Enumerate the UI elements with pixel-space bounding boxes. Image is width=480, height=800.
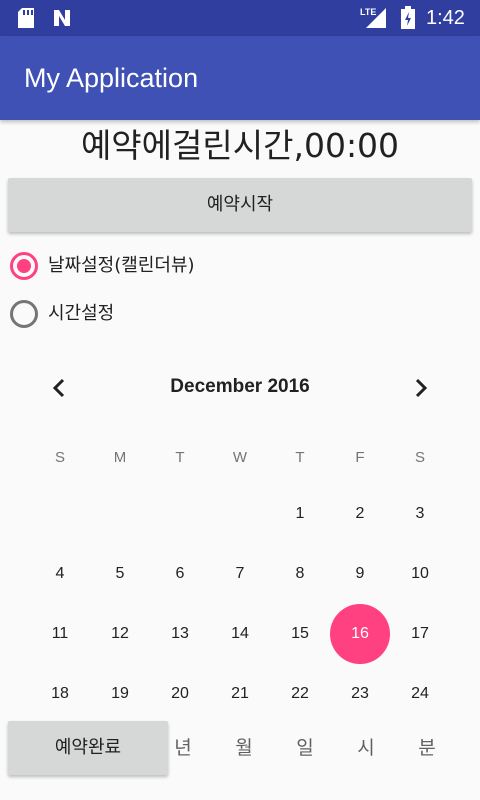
calendar-day[interactable]: 7 (210, 544, 270, 604)
calendar-day-number: 22 (291, 685, 309, 702)
weekday-header: M (113, 449, 127, 466)
calendar-day[interactable]: 12 (90, 604, 150, 664)
start-reservation-button[interactable]: 예약시작 (8, 178, 472, 232)
app-bar: My Application (0, 36, 480, 120)
calendar-day[interactable]: 6 (150, 544, 210, 604)
calendar-day-number: 2 (355, 505, 365, 522)
weekday-header: W (232, 449, 248, 466)
calendar-day-number: 6 (175, 565, 185, 582)
minute-label: 분 (418, 737, 436, 759)
hour-label: 시 (357, 737, 375, 759)
calendar-day-number: 15 (291, 625, 309, 642)
calendar-day-selected[interactable]: 16 (330, 604, 390, 664)
calendar-day[interactable]: 15 (270, 604, 330, 664)
calendar-day[interactable]: 2 (330, 484, 390, 544)
calendar-day-number: 14 (231, 625, 249, 642)
calendar-day-number: 24 (411, 685, 429, 702)
radio-checked-icon (10, 252, 38, 280)
calendar-day[interactable]: 13 (150, 604, 210, 664)
calendar-day-number: 16 (351, 625, 369, 642)
notification-n-icon (54, 10, 70, 26)
calendar-day-number: 3 (415, 505, 425, 522)
chevron-left-icon[interactable] (42, 370, 78, 406)
radio-time-setting-label: 시간설정 (48, 303, 115, 324)
calendar-day[interactable]: 21 (210, 664, 270, 724)
year-label: 년 (174, 737, 192, 759)
radio-date-setting-label: 날짜설정(캘린더뷰) (48, 255, 195, 276)
battery-icon (401, 6, 415, 29)
sd-card-icon (18, 8, 34, 28)
status-time: 1:42 (426, 7, 465, 29)
month-label: 월 (235, 737, 253, 759)
app-title: My Application (24, 63, 199, 93)
calendar-day-number: 8 (295, 565, 305, 582)
calendar-day[interactable]: 10 (390, 544, 450, 604)
calendar-day-number: 12 (111, 625, 129, 642)
calendar-day-number: 23 (351, 685, 369, 702)
calendar-day[interactable]: 5 (90, 544, 150, 604)
calendar-day[interactable]: 8 (270, 544, 330, 604)
calendar-day-number: 4 (55, 565, 65, 582)
calendar-day-number: 20 (171, 685, 189, 702)
calendar-day[interactable]: 24 (390, 664, 450, 724)
calendar-day-number: 7 (235, 565, 245, 582)
calendar-day-number: 21 (231, 685, 249, 702)
calendar-header: December 2016 (0, 366, 480, 410)
calendar-day[interactable]: 19 (90, 664, 150, 724)
weekday-header: T (295, 449, 305, 466)
calendar-day[interactable]: 23 (330, 664, 390, 724)
calendar-day-number: 17 (411, 625, 429, 642)
svg-text:LTE: LTE (360, 7, 376, 17)
weekday-header: T (175, 449, 185, 466)
calendar-day-number: 18 (51, 685, 69, 702)
calendar-day-number: 13 (171, 625, 189, 642)
calendar-day[interactable]: 17 (390, 604, 450, 664)
calendar-day[interactable]: 1 (270, 484, 330, 544)
radio-date-setting[interactable]: 날짜설정(캘린더뷰) (8, 246, 308, 286)
calendar-day[interactable]: 11 (30, 604, 90, 664)
reservation-elapsed-time: 예약에걸린시간,00:00 (80, 126, 400, 165)
status-bar: LTE 1:42 (0, 0, 480, 36)
calendar-day-number: 1 (295, 505, 305, 522)
calendar-day-number: 10 (411, 565, 429, 582)
radio-time-setting[interactable]: 시간설정 (8, 294, 308, 334)
calendar-day[interactable]: 9 (330, 544, 390, 604)
calendar-day[interactable]: 3 (390, 484, 450, 544)
calendar-day-number: 19 (111, 685, 129, 702)
chevron-right-icon[interactable] (402, 370, 438, 406)
day-label: 일 (296, 737, 314, 759)
calendar-day[interactable]: 18 (30, 664, 90, 724)
calendar-day[interactable]: 4 (30, 544, 90, 604)
weekday-header: F (355, 449, 365, 466)
calendar-day-number: 9 (355, 565, 365, 582)
weekday-header: S (414, 449, 425, 466)
weekday-header: S (54, 449, 65, 466)
calendar-day-number: 5 (115, 565, 125, 582)
calendar-day[interactable]: 14 (210, 604, 270, 664)
lte-signal-icon: LTE (360, 7, 386, 28)
calendar-day[interactable]: 22 (270, 664, 330, 724)
radio-unchecked-icon (10, 300, 38, 328)
calendar-day-number: 11 (51, 625, 69, 642)
complete-reservation-button[interactable]: 예약완료 (8, 721, 168, 775)
calendar-day[interactable]: 20 (150, 664, 210, 724)
